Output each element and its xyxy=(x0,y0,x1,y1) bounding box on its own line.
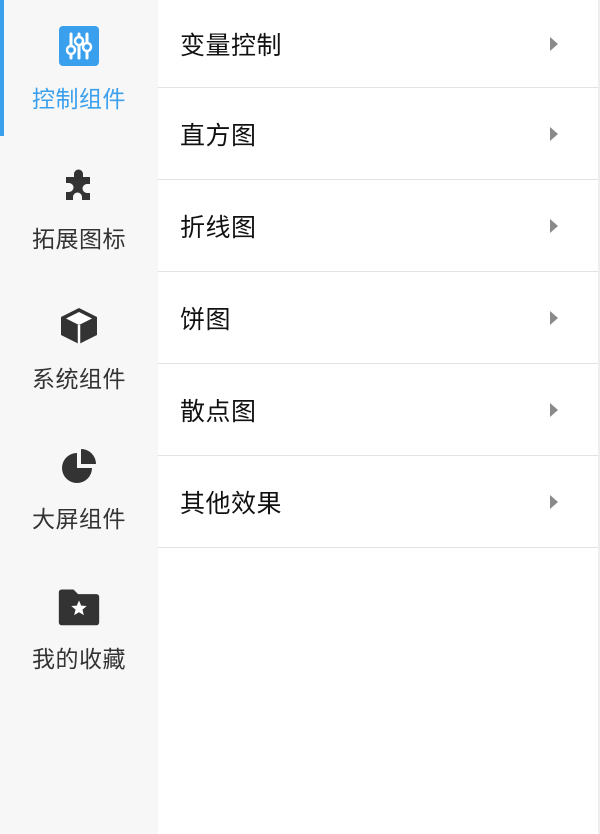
sidebar-item-dashboard-components[interactable]: 大屏组件 xyxy=(0,420,158,560)
sidebar-item-label: 大屏组件 xyxy=(32,507,126,533)
sidebar-item-label: 拓展图标 xyxy=(32,227,126,253)
list-item-line-chart[interactable]: 折线图 xyxy=(158,180,598,272)
list-item-other-effects[interactable]: 其他效果 xyxy=(158,456,598,548)
chevron-right-icon xyxy=(550,126,558,141)
pie-chart-icon xyxy=(57,444,101,488)
sliders-icon xyxy=(57,24,101,68)
chevron-right-icon xyxy=(550,218,558,233)
list-item-histogram[interactable]: 直方图 xyxy=(158,88,598,180)
sidebar-item-my-favorites[interactable]: 我的收藏 xyxy=(0,560,158,700)
sidebar-item-control-components[interactable]: 控制组件 xyxy=(0,0,158,140)
chevron-right-icon xyxy=(550,310,558,325)
list-item-variable-control[interactable]: 变量控制 xyxy=(158,0,598,88)
list-item-label: 饼图 xyxy=(180,304,232,334)
sidebar-item-label: 控制组件 xyxy=(32,87,126,113)
sidebar-item-label: 我的收藏 xyxy=(32,647,126,673)
chevron-right-icon xyxy=(550,36,558,51)
sidebar-item-system-components[interactable]: 系统组件 xyxy=(0,280,158,420)
list-item-label: 变量控制 xyxy=(180,30,283,60)
cube-icon xyxy=(57,304,101,348)
sidebar-item-extension-icons[interactable]: 拓展图标 xyxy=(0,140,158,280)
list-item-label: 折线图 xyxy=(180,212,257,242)
chevron-right-icon xyxy=(550,402,558,417)
list-item-label: 其他效果 xyxy=(180,488,283,518)
list-item-label: 散点图 xyxy=(180,396,257,426)
app-window: 控制组件 拓展图标 系统组件 大屏组件 我的收藏 变量控制 直方图 折线图 饼图… xyxy=(0,0,600,834)
list-item-scatter-chart[interactable]: 散点图 xyxy=(158,364,598,456)
submenu-list: 变量控制 直方图 折线图 饼图 散点图 其他效果 xyxy=(158,0,600,834)
puzzle-icon xyxy=(57,164,101,208)
sidebar-item-label: 系统组件 xyxy=(32,367,126,393)
star-folder-icon xyxy=(57,584,101,628)
list-item-label: 直方图 xyxy=(180,120,257,150)
sidebar: 控制组件 拓展图标 系统组件 大屏组件 我的收藏 xyxy=(0,0,158,834)
chevron-right-icon xyxy=(550,494,558,509)
list-item-pie-chart[interactable]: 饼图 xyxy=(158,272,598,364)
